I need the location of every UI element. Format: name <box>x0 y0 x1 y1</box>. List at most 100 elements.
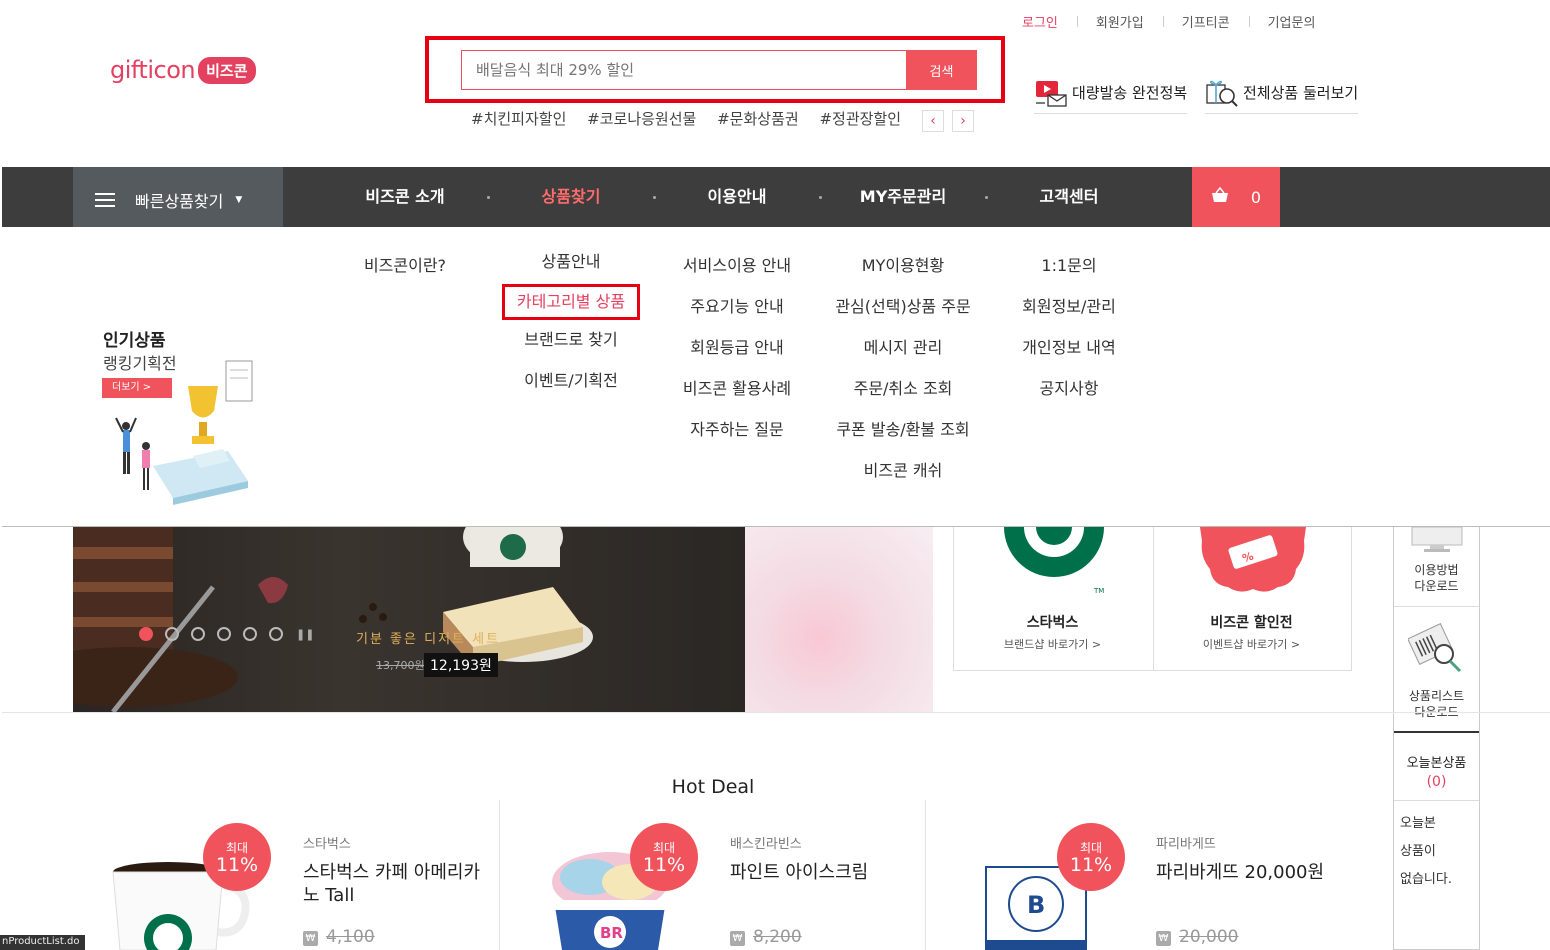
nav-find-products[interactable]: 상품찾기 <box>488 167 654 230</box>
brand-title-starbucks: 스타벅스 <box>1026 615 1079 631</box>
brand-title-event: 비즈콘 할인전 <box>1210 615 1293 631</box>
hashtag-next-button[interactable]: › <box>952 110 974 132</box>
discount-badge: 최대 11% <box>630 823 698 891</box>
trophy-podium-illustration <box>115 360 253 505</box>
product-price-value: 20,000 <box>1179 927 1239 947</box>
pause-icon[interactable]: ❚❚ <box>296 628 314 641</box>
menu-link[interactable]: 비즈콘이란? <box>322 256 488 297</box>
recently-viewed-title: 오늘본상품 <box>1406 756 1467 771</box>
chevron-left-icon: ‹ <box>930 113 936 129</box>
product-brand: 스타벅스 <box>303 837 351 852</box>
product-name[interactable]: 파인트 아이스크림 <box>730 861 920 884</box>
banner-dot[interactable] <box>191 627 205 641</box>
menu-column-my: MY이용현황 관심(선택)상품 주문 메시지 관리 주문/취소 조회 쿠폰 발송… <box>820 254 986 502</box>
discount-badge: 최대 11% <box>1057 823 1125 891</box>
signup-link[interactable]: 회원가입 <box>1076 12 1163 31</box>
banner-dot[interactable] <box>269 627 283 641</box>
gifticon-link[interactable]: 기프티콘 <box>1162 12 1249 31</box>
product-name[interactable]: 스타벅스 카페 아메리카노 Tall <box>303 861 493 907</box>
sidebar-separator <box>1394 800 1479 801</box>
discount-label: 최대 <box>1079 841 1103 855</box>
logo[interactable]: gifticon 비즈콘 <box>110 56 256 84</box>
menu-link-category-highlighted[interactable]: 카테고리별 상품 <box>488 284 654 330</box>
hashtag-item[interactable]: #코로나응원선물 <box>587 110 696 128</box>
menu-link[interactable]: 개인정보 내역 <box>986 338 1152 379</box>
hashtag-item[interactable]: #정관장할인 <box>819 110 901 128</box>
svg-text:TM: TM <box>1093 587 1104 595</box>
empty-line: 오늘본 <box>1400 816 1436 831</box>
utility-links: 로그인 회원가입 기프티콘 기업문의 <box>1022 12 1334 31</box>
barcode-search-icon <box>1408 623 1462 673</box>
menu-link[interactable]: MY이용현황 <box>820 256 986 297</box>
banner-dot[interactable] <box>139 627 153 641</box>
menu-link[interactable]: 1:1문의 <box>986 256 1152 297</box>
logo-badge: 비즈콘 <box>198 56 256 84</box>
quick-find-label: 빠른상품찾기 <box>135 192 224 211</box>
bulk-send-shortcut[interactable]: 대량발송 완전정복 <box>1034 75 1188 114</box>
page: gifticon 비즈콘 검색 #치킨피자할인 #코로나응원선물 #문화상품권 … <box>0 0 1550 950</box>
side-banner[interactable] <box>745 527 933 712</box>
cart-count: 0 <box>1250 187 1262 207</box>
product-separator <box>499 800 500 950</box>
main-banner[interactable] <box>73 527 745 712</box>
won-icon: ₩ <box>303 931 318 946</box>
hashtag-list: #치킨피자할인 #코로나응원선물 #문화상품권 #정관장할인 <box>471 108 917 132</box>
hashtag-item[interactable]: #문화상품권 <box>717 110 799 128</box>
brand-link-event[interactable]: 이벤트샵 바로가기 > <box>1152 636 1351 652</box>
discount-badge: 최대 11% <box>203 823 271 891</box>
menu-link[interactable]: 비즈콘 캐쉬 <box>820 461 986 502</box>
quick-find-button[interactable]: 빠른상품찾기 ▼ <box>73 167 283 233</box>
banner-dot[interactable] <box>243 627 257 641</box>
won-icon: ₩ <box>730 931 745 946</box>
menu-link[interactable]: 메시지 관리 <box>820 338 986 379</box>
banner-old-price: 13,700원 <box>376 659 425 672</box>
menu-link[interactable]: 쿠폰 발송/환불 조회 <box>820 420 986 461</box>
menu-link[interactable]: 서비스이용 안내 <box>654 256 820 297</box>
gift-search-icon <box>1205 75 1239 109</box>
product-list-download-button[interactable]: 상품리스트 다운로드 <box>1394 688 1479 720</box>
guide-download-button[interactable]: 이용방법 다운로드 <box>1394 562 1479 594</box>
won-icon: ₩ <box>1156 931 1171 946</box>
starbucks-logo-icon[interactable]: TM <box>1002 527 1106 595</box>
hashtag-item[interactable]: #치킨피자할인 <box>471 110 566 128</box>
product-list-download-label: 상품리스트 <box>1408 689 1465 703</box>
menu-link[interactable]: 관심(선택)상품 주문 <box>820 297 986 338</box>
menu-link[interactable]: 회원정보/관리 <box>986 297 1152 338</box>
coupon-event-icon[interactable]: % <box>1200 527 1306 593</box>
nav-usage-guide[interactable]: 이용안내 <box>654 167 820 227</box>
nav-bizcon-intro[interactable]: 비즈콘 소개 <box>322 167 488 227</box>
category-link[interactable]: 카테고리별 상품 <box>501 284 641 320</box>
menu-link[interactable]: 브랜드로 찾기 <box>488 330 654 371</box>
nav-my-orders[interactable]: MY주문관리 <box>820 167 986 227</box>
menu-link[interactable]: 주문/취소 조회 <box>820 379 986 420</box>
cart-icon <box>1211 186 1229 207</box>
menu-link[interactable]: 자주하는 질문 <box>654 420 820 461</box>
search-button[interactable]: 검색 <box>906 50 977 90</box>
chevron-right-icon: › <box>960 113 966 129</box>
banner-dot[interactable] <box>165 627 179 641</box>
menu-link[interactable]: 주요기능 안내 <box>654 297 820 338</box>
menu-column-intro: 비즈콘이란? <box>322 254 488 297</box>
cart-button[interactable]: 0 <box>1192 167 1280 227</box>
menu-icon <box>95 193 115 207</box>
discount-percent: 11% <box>1069 854 1113 876</box>
brand-link-starbucks[interactable]: 브랜드샵 바로가기 > <box>953 636 1152 652</box>
svg-text:BR: BR <box>600 924 623 942</box>
banner-dot[interactable] <box>217 627 231 641</box>
all-products-label: 전체상품 둘러보기 <box>1243 83 1359 102</box>
menu-link[interactable]: 이벤트/기획전 <box>488 371 654 412</box>
business-inquiry-link[interactable]: 기업문의 <box>1248 12 1335 31</box>
logo-word: gifticon <box>110 56 196 84</box>
product-brand: 배스킨라빈스 <box>730 837 802 852</box>
all-products-shortcut[interactable]: 전체상품 둘러보기 <box>1205 75 1359 114</box>
menu-link[interactable]: 공지사항 <box>986 379 1152 420</box>
hashtag-prev-button[interactable]: ‹ <box>922 110 944 132</box>
nav-customer-center[interactable]: 고객센터 <box>986 167 1152 227</box>
menu-link[interactable]: 회원등급 안내 <box>654 338 820 379</box>
menu-column-guide: 서비스이용 안내 주요기능 안내 회원등급 안내 비즈콘 활용사례 자주하는 질… <box>654 254 820 461</box>
login-link[interactable]: 로그인 <box>1022 12 1077 31</box>
product-name[interactable]: 파리바게뜨 20,000원 <box>1156 861 1376 884</box>
menu-link[interactable]: 비즈콘 활용사례 <box>654 379 820 420</box>
search-input[interactable] <box>461 50 906 90</box>
empty-line: 상품이 <box>1400 844 1436 859</box>
